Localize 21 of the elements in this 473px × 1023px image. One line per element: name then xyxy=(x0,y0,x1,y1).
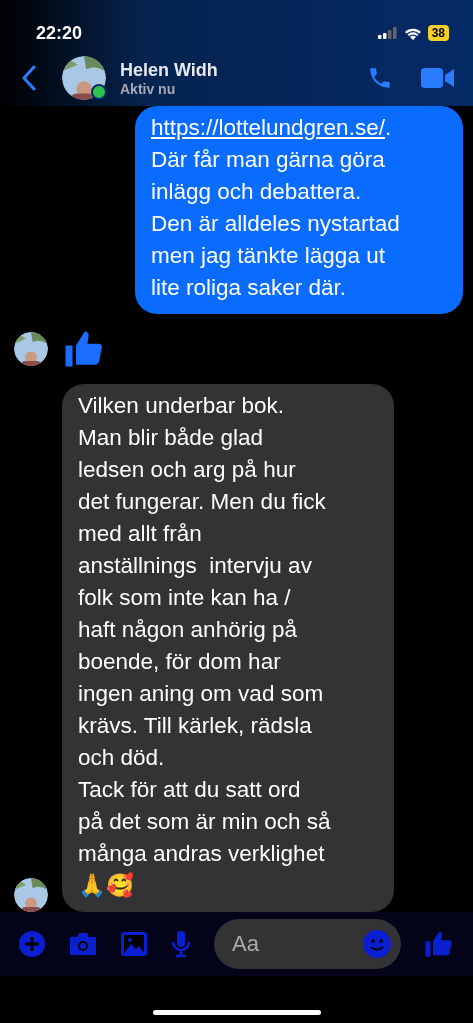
plus-icon[interactable] xyxy=(18,929,46,958)
avatar xyxy=(14,332,48,366)
message-field[interactable]: Aa xyxy=(214,918,401,969)
image-icon[interactable] xyxy=(120,930,148,957)
back-icon[interactable] xyxy=(22,65,36,91)
website-link[interactable]: https://lottelundgren.se/ xyxy=(151,115,385,140)
clock-time: 22:20 xyxy=(36,22,83,44)
received-message-bubble: Vilken underbar bok. Man blir både glad ledsen och arg på hur det fungerar. Men du fick med allt från anställnings intervju av folk som inte kan ha / haft någon anhörig på boende, för dom har ingen aning om vad som krävs. Till kärlek, rädsla och död. Tack för att du satt ord på det som är min och så många andras verklighet 🙏🥰 xyxy=(62,384,394,912)
video-camera-icon[interactable] xyxy=(421,66,455,90)
avatar xyxy=(62,56,106,100)
camera-icon[interactable] xyxy=(68,930,98,957)
signal-icon xyxy=(377,27,398,39)
microphone-icon[interactable] xyxy=(170,929,192,958)
wifi-icon xyxy=(403,26,422,40)
phone-icon[interactable] xyxy=(367,65,393,91)
contact-name: Helen Widh xyxy=(120,59,219,81)
emoji-icon[interactable] xyxy=(363,929,391,958)
sent-message-bubble: https://lottelundgren.se/. Där får man gärna göra inlägg och debattera. Den är alldeles nystartad men jag tänkte lägga ut lite roliga saker där. xyxy=(135,106,463,314)
avatar xyxy=(14,878,48,912)
battery-level: 38 xyxy=(427,25,449,41)
contact-status: Aktiv nu xyxy=(120,80,177,97)
